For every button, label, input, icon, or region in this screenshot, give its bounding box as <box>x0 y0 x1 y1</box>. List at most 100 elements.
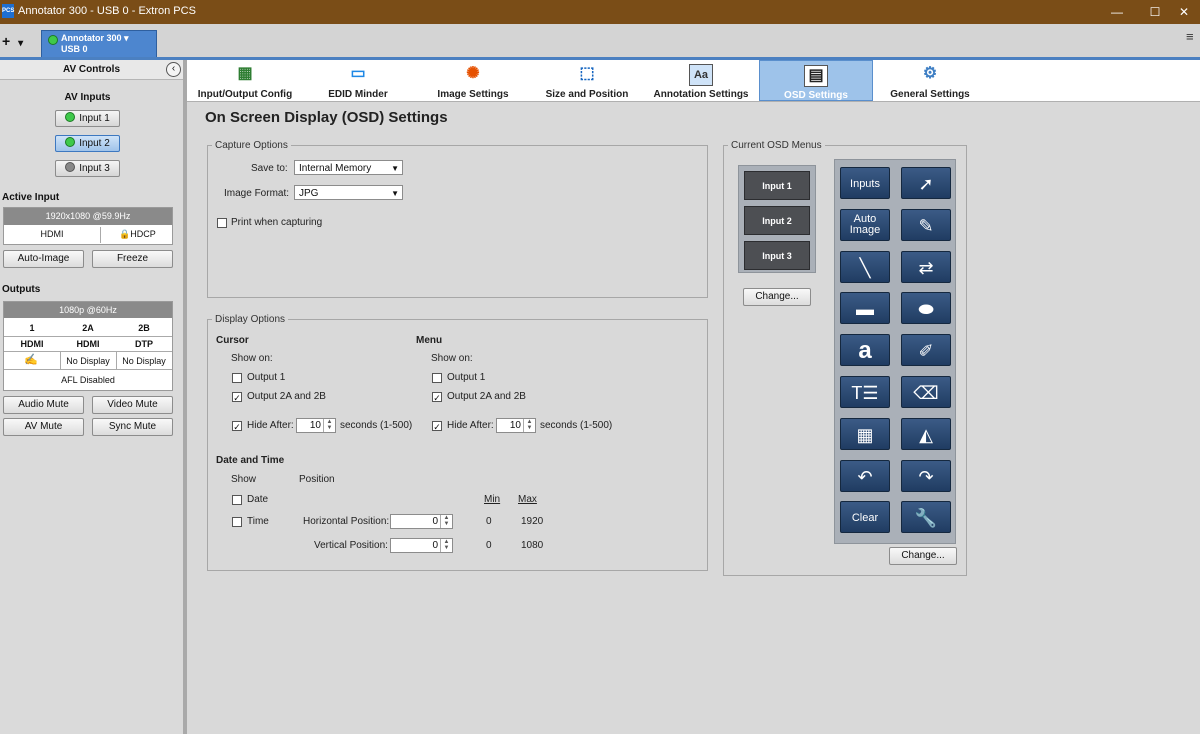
cursor-label: Cursor <box>216 335 249 346</box>
text-tool: a <box>840 334 890 367</box>
cursor-seconds-label: seconds (1-500) <box>340 420 413 431</box>
osd-input-1-item: Input 1 <box>744 171 810 200</box>
tab-image-settings[interactable]: ✺ Image Settings <box>416 60 530 101</box>
arrow-swap-tool: ⇄ <box>901 250 951 283</box>
menu-output-2-label: Output 2A and 2B <box>447 391 526 402</box>
horizontal-position-spinner[interactable]: 0 ▲ ▼ <box>390 514 453 529</box>
lock-icon: 🔒 <box>119 229 131 239</box>
cursor-hide-after-spinner[interactable]: 10 ▲ ▼ <box>296 418 336 433</box>
menu-output-2-checkbox[interactable]: ✓ <box>432 392 442 403</box>
min-column-label: Min <box>484 494 501 505</box>
menu-hide-after-spinner[interactable]: 10 ▲ ▼ <box>496 418 536 433</box>
output-resolution: 1080p @60Hz <box>4 302 172 318</box>
display-connected-icon: ✍ <box>24 354 38 366</box>
chevron-down-icon: ▾ <box>18 38 24 49</box>
gears-icon: ⚙ <box>922 65 938 82</box>
vertical-max-value: 1080 <box>521 540 544 551</box>
image-format-label: Image Format: <box>224 188 290 199</box>
outputs-label: Outputs <box>2 284 41 295</box>
cursor-hide-after-label: Hide After: <box>247 420 294 431</box>
tab-annotation-settings[interactable]: Aa Annotation Settings <box>644 60 758 101</box>
audio-mute-button[interactable]: Audio Mute <box>3 396 84 414</box>
device-name: Annotator 300 ▾ <box>61 33 129 43</box>
input-3-button[interactable]: Input 3 <box>55 160 120 177</box>
freeze-button[interactable]: Freeze <box>92 250 173 268</box>
add-device-button[interactable]: + ▾ <box>2 33 34 49</box>
output-2a-label: 2A <box>82 323 94 333</box>
save-to-select[interactable]: Internal Memory ▼ <box>294 160 403 175</box>
input-1-button[interactable]: Input 1 <box>55 110 120 127</box>
undo-tool: ↶ <box>840 459 890 492</box>
print-when-capturing-checkbox[interactable] <box>217 218 227 228</box>
spotlight-tool: ◭ <box>901 417 951 450</box>
minimize-button[interactable]: — <box>1107 3 1127 21</box>
video-mute-button[interactable]: Video Mute <box>92 396 173 414</box>
spin-arrows-icon: ▲ ▼ <box>523 419 535 432</box>
status-led-icon <box>48 35 58 45</box>
change-tool-menu-button[interactable]: Change... <box>889 547 957 565</box>
cursor-show-on-label: Show on: <box>231 353 273 364</box>
resize-icon: ⬚ <box>579 65 595 82</box>
image-format-select[interactable]: JPG ▼ <box>294 185 403 200</box>
color-palette-tool: ▦ <box>840 417 890 450</box>
tab-size-and-position[interactable]: ⬚ Size and Position <box>535 60 639 101</box>
tab-osd-settings[interactable]: ▤ OSD Settings <box>759 60 873 101</box>
monitor-icon: ▭ <box>350 65 366 82</box>
vertical-position-spinner[interactable]: 0 ▲ ▼ <box>390 538 453 553</box>
hamburger-menu-icon[interactable]: ≡ <box>1186 30 1200 43</box>
led-off-icon <box>65 162 76 172</box>
cursor-hide-after-checkbox[interactable]: ✓ <box>232 421 242 432</box>
divider <box>4 369 172 370</box>
afl-status: AFL Disabled <box>61 375 115 385</box>
osd-input-3-item: Input 3 <box>744 241 810 270</box>
auto-image-button[interactable]: Auto-Image <box>3 250 84 268</box>
tab-input-output-config[interactable]: ▦ Input/Output Config <box>190 60 300 101</box>
current-osd-menus-legend: Current OSD Menus <box>731 140 822 151</box>
eraser-tool: ⌫ <box>901 376 951 408</box>
cursor-output-2-checkbox[interactable]: ✓ <box>232 392 242 403</box>
active-input-label: Active Input <box>2 192 60 203</box>
divider <box>116 351 117 369</box>
spin-arrows-icon: ▲ ▼ <box>323 419 335 432</box>
output-2a-status: No Display <box>66 356 110 366</box>
osd-menu-icon: ▤ <box>804 65 828 87</box>
max-column-label: Max <box>518 494 537 505</box>
av-inputs-label: AV Inputs <box>64 92 111 103</box>
menu-hide-after-checkbox[interactable]: ✓ <box>432 421 442 432</box>
menu-output-1-checkbox[interactable] <box>432 373 442 383</box>
led-on-icon <box>65 137 76 147</box>
change-input-menu-button[interactable]: Change... <box>743 288 811 306</box>
input-2-button[interactable]: Input 2 <box>55 135 120 152</box>
menu-show-on-label: Show on: <box>431 353 473 364</box>
dropdown-arrow-icon: ▼ <box>391 189 399 198</box>
dropdown-arrow-icon: ▼ <box>391 164 399 173</box>
tab-edid-minder[interactable]: ▭ EDID Minder <box>305 60 411 101</box>
window-title: Annotator 300 - USB 0 - Extron PCS <box>18 5 196 17</box>
time-checkbox[interactable] <box>232 517 242 527</box>
plus-icon: + <box>2 33 11 49</box>
device-tab[interactable]: Annotator 300 ▾ USB 0 <box>41 30 157 57</box>
app-logo-icon: PCS <box>2 4 14 18</box>
date-label: Date <box>247 494 269 505</box>
horizontal-position-label: Horizontal Position: <box>303 516 390 527</box>
output-2b-label: 2B <box>138 323 150 333</box>
date-time-label: Date and Time <box>216 455 285 466</box>
hdcp-status: 🔒HDCP <box>119 229 156 239</box>
av-mute-button[interactable]: AV Mute <box>3 418 84 436</box>
maximize-button[interactable]: ☐ <box>1145 3 1165 21</box>
collapse-panel-icon[interactable]: ‹ <box>166 62 181 77</box>
pointer-tool: ➚ <box>901 167 951 199</box>
io-config-icon: ▦ <box>237 65 253 82</box>
sync-mute-button[interactable]: Sync Mute <box>92 418 173 436</box>
cursor-output-1-checkbox[interactable] <box>232 373 242 383</box>
divider <box>60 351 61 369</box>
av-controls-header: AV Controls <box>0 60 183 80</box>
time-label: Time <box>247 516 269 527</box>
tab-general-settings[interactable]: ⚙ General Settings <box>875 60 985 101</box>
device-port: USB 0 <box>61 44 88 54</box>
annotation-icon: Aa <box>689 64 713 86</box>
save-to-label: Save to: <box>251 163 288 174</box>
close-button[interactable]: ✕ <box>1174 3 1194 21</box>
date-checkbox[interactable] <box>232 495 242 505</box>
active-resolution: 1920x1080 @59.9Hz <box>4 208 172 225</box>
